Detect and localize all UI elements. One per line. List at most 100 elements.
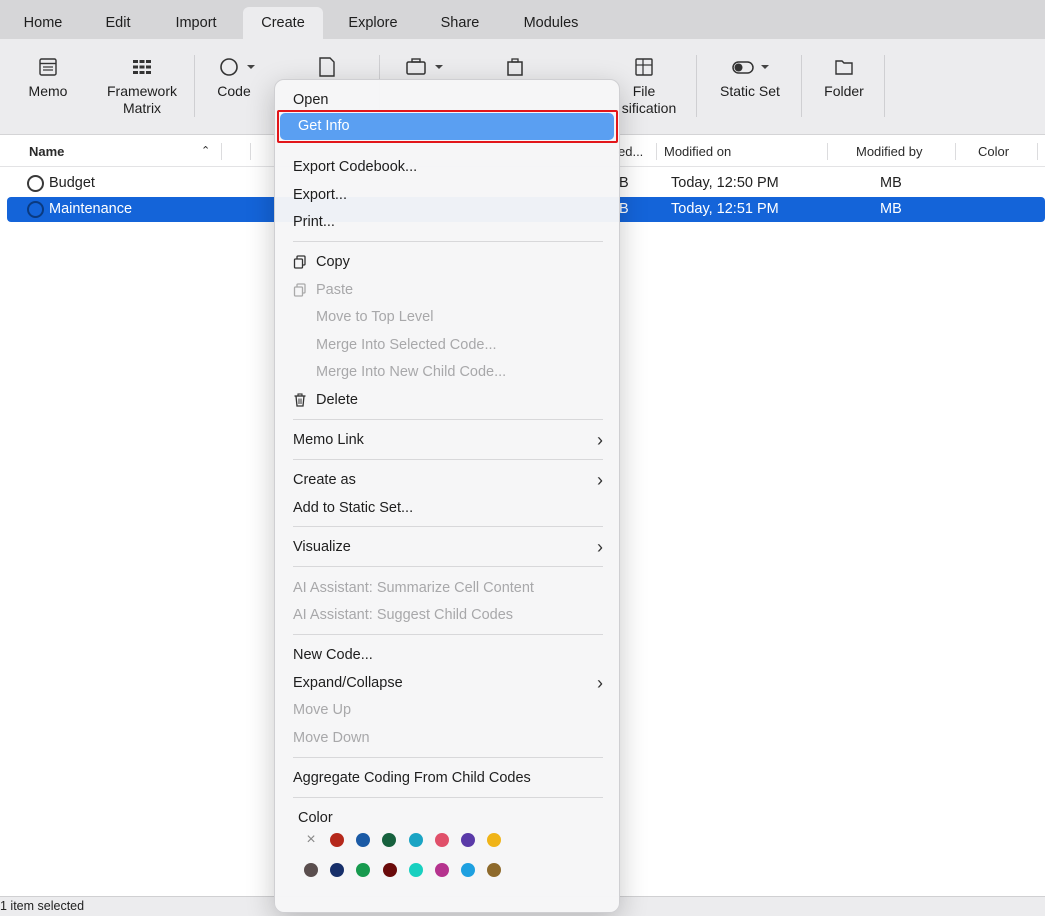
folder-button[interactable]: Folder bbox=[816, 57, 872, 100]
menu-separator bbox=[293, 757, 603, 758]
column-modified-on[interactable]: Modified on bbox=[664, 136, 731, 167]
menu-separator bbox=[293, 459, 603, 460]
row-name: Maintenance bbox=[49, 201, 133, 217]
color-section-label: Color bbox=[298, 810, 333, 826]
color-swatch[interactable] bbox=[382, 833, 397, 847]
column-color[interactable]: Color bbox=[978, 136, 1009, 167]
memo-icon bbox=[39, 58, 57, 76]
menu-separator bbox=[293, 241, 603, 242]
menu-separator bbox=[293, 566, 603, 567]
ribbon-divider bbox=[696, 55, 697, 117]
tab-create[interactable]: Create bbox=[243, 7, 323, 39]
menu-item-delete[interactable]: Delete bbox=[293, 388, 603, 412]
row-created-by: B bbox=[619, 201, 629, 217]
chevron-right-icon: › bbox=[597, 470, 603, 490]
trash-icon bbox=[294, 393, 306, 407]
color-swatch[interactable] bbox=[356, 863, 371, 877]
ribbon-divider bbox=[801, 55, 802, 117]
column-divider[interactable] bbox=[955, 143, 956, 160]
chevron-down-icon bbox=[247, 65, 255, 69]
column-divider[interactable] bbox=[656, 143, 657, 160]
column-modified-by[interactable]: Modified by bbox=[856, 136, 922, 167]
color-swatch[interactable] bbox=[461, 863, 476, 877]
color-swatch[interactable] bbox=[435, 863, 449, 877]
code-button[interactable]: Code bbox=[208, 57, 260, 100]
color-swatch[interactable] bbox=[408, 833, 423, 847]
menu-item-open[interactable]: Open bbox=[293, 88, 603, 112]
memo-label: Memo bbox=[28, 83, 68, 99]
menu-item-create-as[interactable]: Create as › bbox=[293, 468, 603, 492]
sort-ascending-icon[interactable]: ⌃ bbox=[201, 136, 210, 167]
menu-item-copy[interactable]: Copy bbox=[293, 250, 603, 274]
color-swatch[interactable] bbox=[487, 833, 502, 847]
menu-separator bbox=[293, 526, 603, 527]
color-swatch[interactable] bbox=[434, 833, 449, 847]
color-swatch[interactable] bbox=[304, 863, 318, 877]
menu-item-add-to-static-set[interactable]: Add to Static Set... bbox=[293, 496, 603, 520]
color-swatch[interactable] bbox=[330, 863, 345, 877]
menu-item-delete-label: Delete bbox=[316, 392, 358, 408]
row-modified-by: MB bbox=[880, 201, 902, 217]
color-swatch[interactable] bbox=[461, 833, 475, 847]
memo-button[interactable]: Memo bbox=[18, 57, 78, 100]
framework-matrix-button[interactable]: Framework Matrix bbox=[100, 57, 184, 117]
menu-separator bbox=[293, 634, 603, 635]
menu-item-move-to-top-level: Move to Top Level bbox=[316, 309, 434, 325]
menu-item-visualize[interactable]: Visualize › bbox=[293, 535, 603, 559]
file-classification-label-1: File bbox=[632, 83, 656, 99]
no-color-icon[interactable]: × bbox=[304, 832, 318, 848]
tab-modules[interactable]: Modules bbox=[514, 7, 588, 39]
color-swatch[interactable] bbox=[487, 863, 502, 877]
row-modified-on: Today, 12:51 PM bbox=[671, 201, 779, 217]
menu-item-aggregate-coding[interactable]: Aggregate Coding From Child Codes bbox=[293, 766, 603, 790]
chevron-right-icon: › bbox=[597, 673, 603, 693]
color-swatch[interactable] bbox=[356, 833, 371, 847]
menu-separator bbox=[293, 797, 603, 798]
ribbon-divider bbox=[884, 55, 885, 117]
menu-item-merge-selected: Merge Into Selected Code... bbox=[316, 337, 497, 353]
row-name: Budget bbox=[49, 175, 95, 191]
ribbon-tab-bar: Home Edit Import Create Explore Share Mo… bbox=[0, 0, 1045, 39]
menu-item-paste: Paste bbox=[293, 278, 603, 302]
menu-separator bbox=[293, 419, 603, 420]
static-set-label: Static Set bbox=[720, 83, 780, 99]
column-created-by[interactable]: ed... bbox=[618, 136, 643, 167]
row-created-by: B bbox=[619, 175, 629, 191]
status-text: 1 item selected bbox=[0, 899, 85, 913]
column-divider[interactable] bbox=[1037, 143, 1038, 160]
menu-item-memo-link[interactable]: Memo Link › bbox=[293, 428, 603, 452]
chevron-right-icon: › bbox=[597, 430, 603, 450]
menu-item-create-as-label: Create as bbox=[293, 472, 356, 488]
menu-item-visualize-label: Visualize bbox=[293, 539, 351, 555]
file-classification-label-2: sification bbox=[621, 100, 677, 116]
grid-icon bbox=[133, 60, 151, 74]
context-menu: Open Get Info Export Codebook... Export.… bbox=[274, 79, 620, 913]
menu-item-ai-suggest: AI Assistant: Suggest Child Codes bbox=[293, 607, 514, 623]
code-color-ring-icon bbox=[27, 201, 44, 218]
column-divider[interactable] bbox=[221, 143, 222, 160]
tab-edit[interactable]: Edit bbox=[92, 7, 144, 39]
folder-icon bbox=[835, 60, 853, 75]
column-divider[interactable] bbox=[250, 143, 251, 160]
tab-explore[interactable]: Explore bbox=[337, 7, 409, 39]
highlight-annotation-box bbox=[277, 110, 618, 143]
menu-item-export[interactable]: Export... bbox=[293, 183, 603, 207]
folder-label: Folder bbox=[824, 83, 864, 99]
menu-item-paste-label: Paste bbox=[316, 282, 354, 298]
column-name[interactable]: Name bbox=[29, 136, 64, 167]
framework-label-2: Matrix bbox=[122, 100, 162, 116]
static-set-button[interactable]: Static Set bbox=[712, 57, 788, 100]
color-swatch[interactable] bbox=[382, 863, 397, 877]
color-swatch[interactable] bbox=[408, 863, 423, 877]
tab-import[interactable]: Import bbox=[164, 7, 228, 39]
column-divider[interactable] bbox=[827, 143, 828, 160]
menu-item-expand-collapse[interactable]: Expand/Collapse › bbox=[293, 671, 603, 695]
menu-item-export-codebook[interactable]: Export Codebook... bbox=[293, 155, 603, 179]
paste-icon bbox=[293, 283, 306, 297]
menu-item-new-code[interactable]: New Code... bbox=[293, 643, 603, 667]
color-swatch[interactable] bbox=[330, 833, 344, 847]
menu-item-memo-link-label: Memo Link bbox=[293, 432, 364, 448]
tab-share[interactable]: Share bbox=[430, 7, 490, 39]
menu-item-print[interactable]: Print... bbox=[293, 210, 603, 234]
tab-home[interactable]: Home bbox=[12, 7, 74, 39]
